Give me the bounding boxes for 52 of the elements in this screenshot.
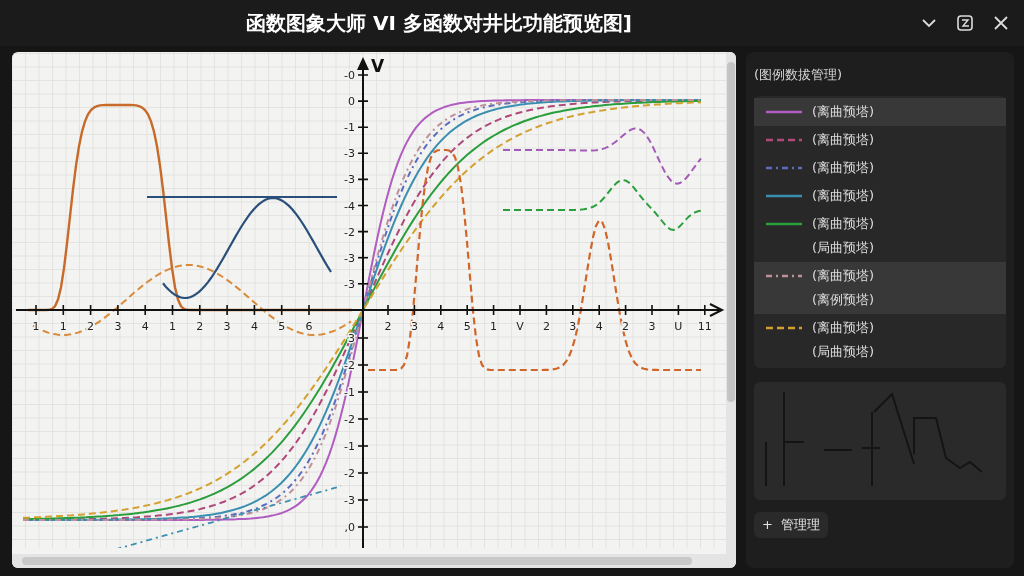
tick-label: -1 bbox=[344, 440, 355, 453]
tick-label: -3 bbox=[344, 277, 355, 291]
legend-item[interactable]: (离曲预塔) (局曲预塔) bbox=[754, 210, 1006, 262]
tick-label: 1 bbox=[59, 320, 67, 333]
window-title: 函数图象大师 VI 多函数对井比功能预览图] bbox=[246, 10, 632, 37]
tick-label: ,0 bbox=[344, 521, 355, 534]
tick-label: 3 bbox=[348, 332, 355, 345]
tick-label: 4 bbox=[250, 320, 258, 333]
tick-label: 1 bbox=[490, 320, 498, 333]
vertical-scrollbar[interactable] bbox=[726, 52, 736, 554]
restore-icon[interactable] bbox=[956, 14, 974, 32]
close-icon[interactable] bbox=[992, 14, 1010, 32]
tick-label: 5 bbox=[278, 320, 286, 333]
tick-label: -1 bbox=[344, 121, 355, 135]
tick-label: 0 bbox=[348, 95, 355, 109]
tick-label: 3 bbox=[648, 320, 656, 333]
tick-label: V bbox=[516, 320, 524, 333]
tick-label: -2 bbox=[344, 467, 355, 480]
tick-label: 3 bbox=[114, 320, 122, 333]
legend-item[interactable]: (离曲预塔) (离例预塔) bbox=[754, 262, 1006, 314]
tick-label: 6 bbox=[305, 320, 313, 333]
tick-label: -3 bbox=[344, 251, 355, 265]
manage-button[interactable]: + 管理理 bbox=[754, 512, 828, 538]
tick-label: -4 bbox=[344, 199, 355, 213]
legend-item[interactable]: (离曲预塔) bbox=[754, 182, 1006, 210]
tick-label: 2 bbox=[384, 320, 392, 333]
tick-label: 5 bbox=[463, 320, 471, 333]
tick-label: 2 bbox=[542, 320, 550, 333]
tick-label: -0 bbox=[344, 69, 355, 82]
axis-label: V bbox=[371, 56, 385, 76]
tick-label: 4 bbox=[595, 320, 603, 333]
tick-label: 11 bbox=[697, 320, 712, 333]
tick-label: -3 bbox=[344, 147, 355, 161]
horizontal-scrollbar[interactable] bbox=[12, 554, 736, 568]
legend-item[interactable]: (离曲预塔) bbox=[754, 126, 1006, 154]
tick-label: U bbox=[674, 320, 683, 333]
panel-title: (图例数拔管理) bbox=[754, 66, 844, 85]
tick-label: -3 bbox=[344, 173, 355, 187]
tick-label: 2 bbox=[622, 320, 630, 333]
legend-item[interactable]: (离曲预塔) (局曲预塔) bbox=[754, 314, 1006, 366]
legend-item[interactable]: (离曲预塔) bbox=[754, 154, 1006, 182]
legend-item[interactable]: (离曲预塔) bbox=[754, 98, 1006, 126]
tick-label: 3 bbox=[410, 320, 418, 333]
tick-label: 3 bbox=[569, 320, 577, 333]
tick-label: 3 bbox=[223, 320, 231, 333]
tick-label: -3 bbox=[344, 494, 355, 507]
tick-label: 4 bbox=[141, 320, 149, 333]
tick-label: 1 bbox=[169, 320, 176, 333]
tick-label: 2 bbox=[196, 320, 204, 333]
tick-label: -2 bbox=[344, 225, 355, 239]
tick-label: -2 bbox=[344, 413, 355, 426]
tick-label: 4 bbox=[437, 320, 445, 333]
